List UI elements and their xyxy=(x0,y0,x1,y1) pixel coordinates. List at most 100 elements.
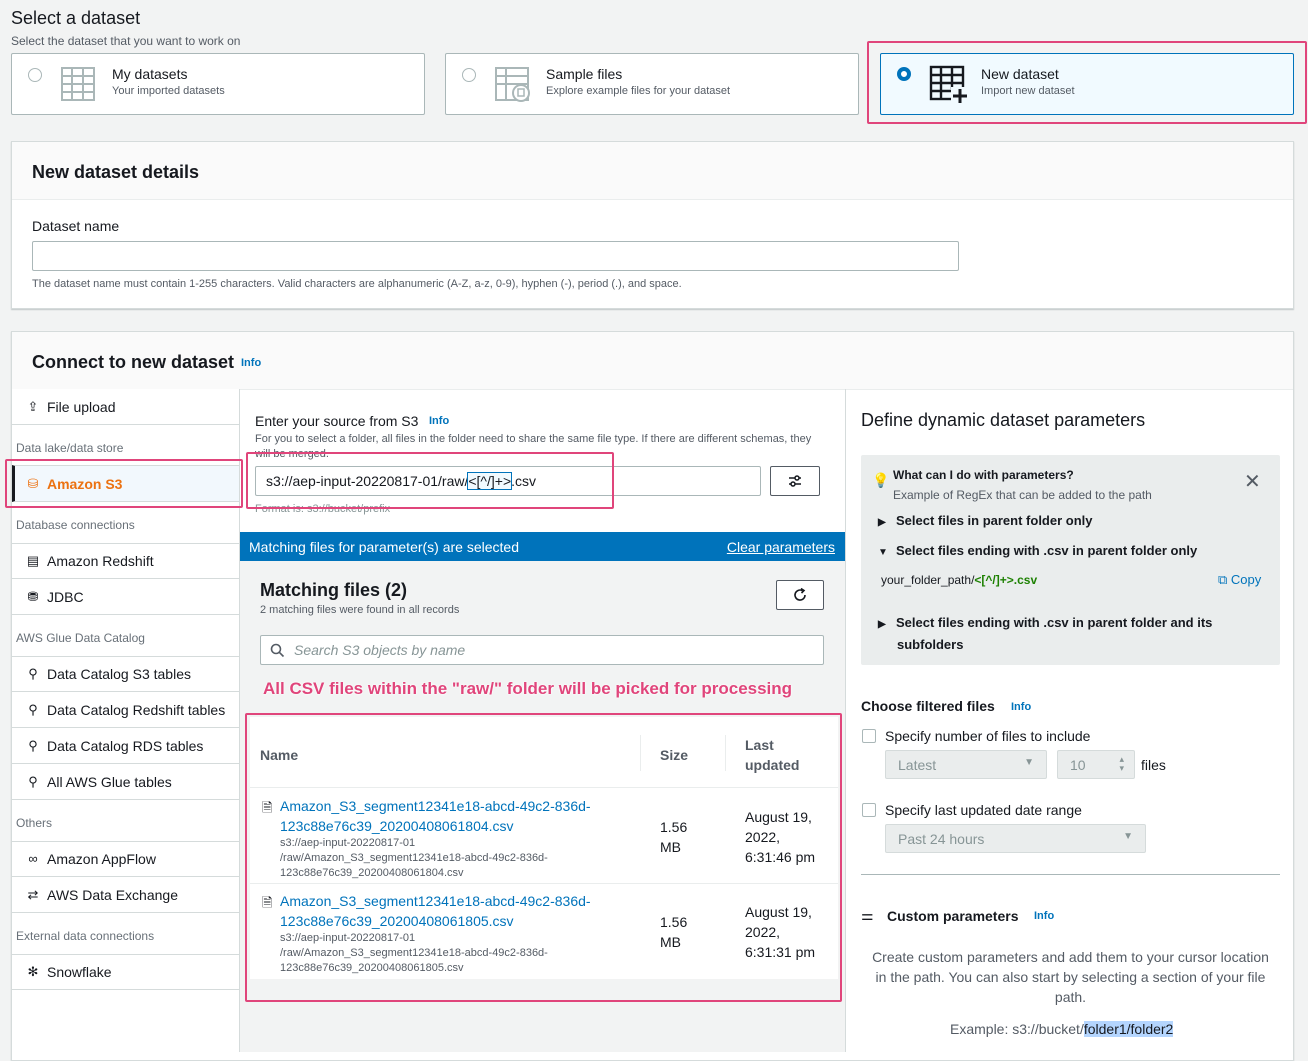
example-regex: <[^/]+>.csv xyxy=(974,573,1038,587)
glue-icon: ⚲ xyxy=(28,666,38,681)
annotation-text: All CSV files within the "raw/" folder w… xyxy=(263,679,793,698)
radio-sample-files[interactable] xyxy=(462,68,476,82)
lightbulb-icon: 💡 xyxy=(872,472,890,488)
appflow-icon: ∞ xyxy=(28,851,38,866)
option-subtitle: Explore example files for your dataset xyxy=(546,85,731,97)
glue-icon: ⚲ xyxy=(28,701,38,717)
page-subtitle: Select the dataset that you want to work… xyxy=(11,34,241,48)
sample-table-icon xyxy=(495,67,530,102)
sidebar-item-label: Data Catalog RDS tables xyxy=(47,737,204,754)
option-subtitle: Your imported datasets xyxy=(112,85,225,97)
option-title: Sample files xyxy=(546,66,623,82)
help-item-1[interactable]: ▶ Select files in parent folder only xyxy=(878,513,1093,528)
copy-icon: ⧉ xyxy=(1218,572,1228,587)
table-add-icon xyxy=(929,65,969,105)
snowflake-icon: ✻ xyxy=(27,964,39,979)
radio-new-dataset[interactable] xyxy=(897,67,911,81)
sidebar-group-external: External data connections xyxy=(16,929,155,943)
connect-info-link[interactable]: Info xyxy=(241,357,261,369)
sidebar-item-label: File upload xyxy=(47,398,116,415)
close-icon[interactable]: ✕ xyxy=(1244,472,1261,492)
stepper-icon: ▴ ▾ xyxy=(1119,754,1124,773)
example-path-text: your_folder_path/ xyxy=(881,573,975,587)
details-panel: New dataset details Dataset name The dat… xyxy=(11,141,1294,309)
option-title: My datasets xyxy=(112,66,188,82)
range-select[interactable]: Past 24 hours ▼ xyxy=(885,824,1146,853)
sidebar-item-label: Amazon AppFlow xyxy=(47,851,156,867)
option-title: New dataset xyxy=(981,66,1059,82)
caret-down-icon: ▼ xyxy=(878,547,888,558)
sidebar-item-glue-all[interactable]: ⚲ All AWS Glue tables xyxy=(12,764,239,800)
example-path: your_folder_path/<[^/]+>.csv xyxy=(881,573,1037,587)
sidebar-group-lake: Data lake/data store xyxy=(16,441,124,455)
sidebar-item-jdbc[interactable]: ⛃ JDBC xyxy=(12,579,239,615)
clear-parameters-link[interactable]: Clear parameters xyxy=(727,539,835,555)
source-info-link[interactable]: Info xyxy=(429,415,449,427)
radio-my-datasets[interactable] xyxy=(28,68,42,82)
sidebar-item-appflow[interactable]: ∞ Amazon AppFlow xyxy=(12,841,239,877)
sidebar-item-glue-s3[interactable]: ⚲ Data Catalog S3 tables xyxy=(12,656,239,692)
custom-desc-line: Create custom parameters and add them to… xyxy=(872,949,1269,965)
custom-info-link[interactable]: Info xyxy=(1034,910,1054,922)
custom-desc-line: in the path. You can also start by selec… xyxy=(875,969,1266,985)
date-checkbox[interactable] xyxy=(862,803,876,817)
count-value: 10 xyxy=(1070,757,1086,773)
sidebar-item-glue-redshift[interactable]: ⚲ Data Catalog Redshift tables xyxy=(12,692,239,728)
sidebar-group-glue: AWS Glue Data Catalog xyxy=(16,631,145,645)
help-item-2[interactable]: ▼ Select files ending with .csv in parent… xyxy=(878,543,1197,558)
sidebar-item-label: Data Catalog Redshift tables xyxy=(47,701,226,718)
refresh-button[interactable] xyxy=(776,580,824,610)
sidebar-group-db: Database connections xyxy=(16,518,135,532)
option-sample-files[interactable]: Sample files Explore example files for y… xyxy=(445,53,859,115)
custom-description: Create custom parameters and add them to… xyxy=(861,947,1280,1007)
database-icon: ▤ xyxy=(26,553,40,568)
filtered-title: Choose filtered files xyxy=(861,698,995,714)
example-label: Example: s3://bucket/ xyxy=(950,1021,1084,1037)
exchange-icon: ⇄ xyxy=(27,886,39,902)
range-value: Past 24 hours xyxy=(898,831,985,847)
sidebar-item-file-upload[interactable]: ⇪ File upload xyxy=(12,389,239,425)
number-checkbox[interactable] xyxy=(862,729,876,743)
search-input[interactable]: Search S3 objects by name xyxy=(260,635,824,665)
help-item-label: subfolders xyxy=(897,637,964,652)
latest-select[interactable]: Latest ▼ xyxy=(885,750,1047,779)
filtered-info-link[interactable]: Info xyxy=(1011,701,1031,713)
help-title: What can I do with parameters? xyxy=(893,468,1074,482)
jdbc-icon: ⛃ xyxy=(27,588,39,604)
sidebar-item-redshift[interactable]: ▤ Amazon Redshift xyxy=(12,543,239,579)
sidebar-item-data-exchange[interactable]: ⇄ AWS Data Exchange xyxy=(12,877,239,913)
sidebar-item-snowflake[interactable]: ✻ Snowflake xyxy=(12,954,239,990)
search-icon xyxy=(270,643,285,658)
custom-example: Example: s3://bucket/folder1/folder2 xyxy=(950,1021,1174,1037)
matching-title: Matching files (2) xyxy=(260,580,408,600)
copy-button[interactable]: ⧉ Copy xyxy=(1218,572,1261,588)
dataset-name-input[interactable] xyxy=(32,241,959,271)
banner-text: Matching files for parameter(s) are sele… xyxy=(249,539,519,555)
help-item-3[interactable]: ▶ Select files ending with .csv in parent… xyxy=(878,613,1212,655)
details-title: New dataset details xyxy=(32,162,200,182)
count-input[interactable]: 10 ▴ ▾ xyxy=(1057,750,1135,779)
help-item-label: Select files ending with .csv in parent … xyxy=(896,615,1213,630)
option-new-dataset[interactable]: New dataset Import new dataset xyxy=(880,53,1294,115)
parameter-icon xyxy=(789,475,801,487)
copy-label: Copy xyxy=(1230,572,1262,587)
example-selection: folder1/folder2 xyxy=(1083,1021,1174,1037)
option-my-datasets[interactable]: My datasets Your imported datasets xyxy=(11,53,425,115)
sidebar-item-label: Snowflake xyxy=(47,964,112,980)
glue-icon: ⚲ xyxy=(28,773,38,789)
parameter-button[interactable] xyxy=(770,466,820,496)
help-item-label: Select files ending with .csv in parent … xyxy=(896,543,1198,558)
caret-right-icon: ▶ xyxy=(878,517,886,528)
sidebar-item-glue-rds[interactable]: ⚲ Data Catalog RDS tables xyxy=(12,728,239,764)
connect-title: Connect to new dataset xyxy=(32,352,235,372)
dataset-name-hint: The dataset name must contain 1-255 char… xyxy=(32,278,682,290)
date-option-label: Specify last updated date range xyxy=(885,802,1082,818)
caret-down-icon: ▼ xyxy=(1024,757,1034,768)
selection-banner: Matching files for parameter(s) are sele… xyxy=(240,532,845,561)
dataset-name-label: Dataset name xyxy=(32,218,120,234)
help-subtitle: Example of RegEx that can be added to th… xyxy=(893,488,1152,502)
source-label: Enter your source from S3 xyxy=(255,413,419,429)
sidebar-group-others: Others xyxy=(16,816,53,830)
params-help-box: 💡 What can I do with parameters? Example… xyxy=(861,455,1280,665)
page-title: Select a dataset xyxy=(11,8,141,28)
